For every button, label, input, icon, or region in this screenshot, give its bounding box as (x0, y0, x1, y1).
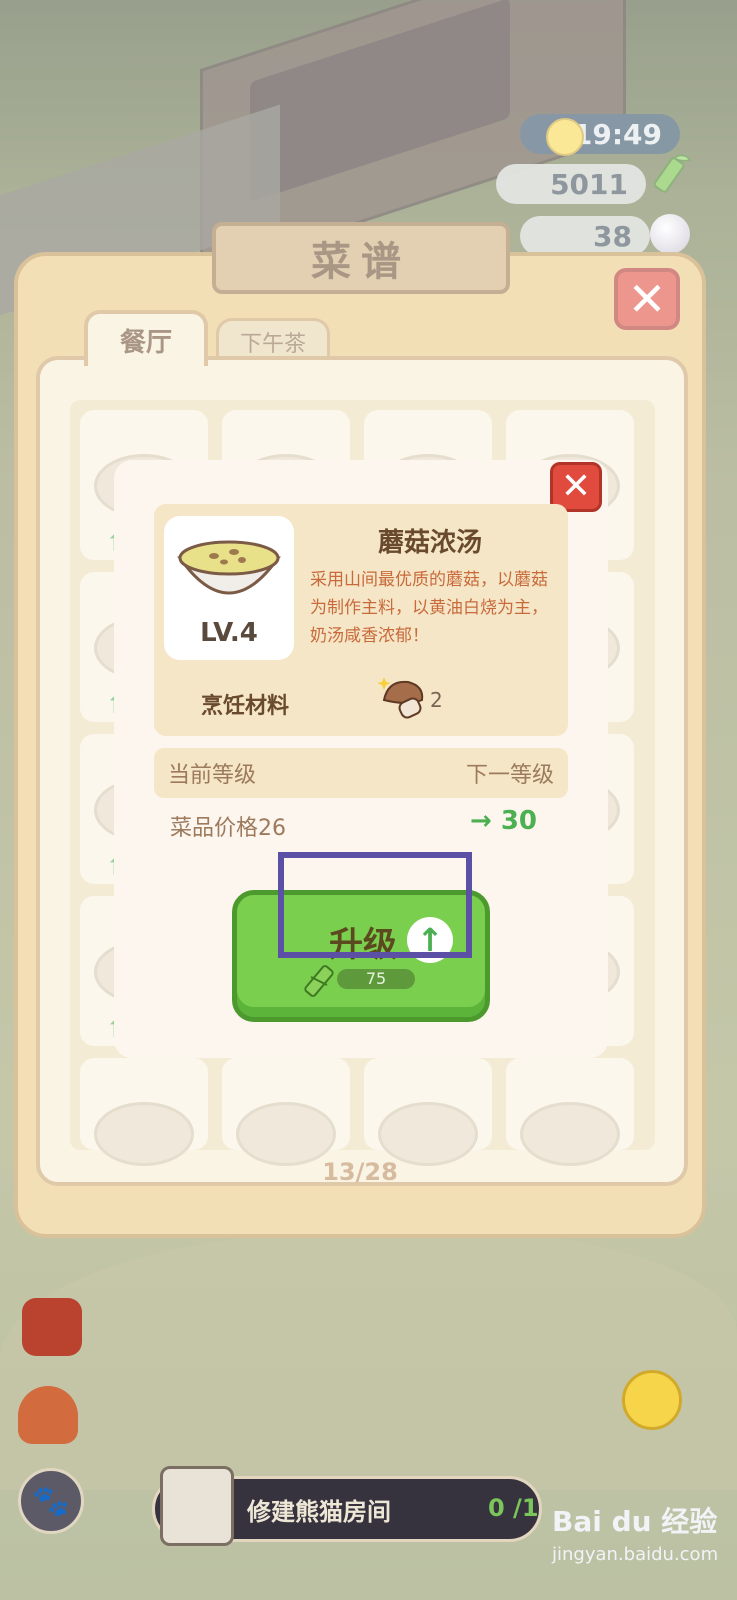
upgrade-cost: 75 (337, 969, 415, 989)
emoji-face-icon[interactable] (622, 1370, 682, 1430)
bamboo-icon (304, 965, 334, 997)
next-price: → 30 (470, 806, 537, 836)
mushroom-icon (378, 677, 424, 719)
dish-level: LV.4 (200, 618, 258, 648)
materials-label: 烹饪材料 (200, 694, 289, 719)
next-level-label: 下一等级 (465, 763, 554, 788)
current-level-label: 当前等级 (168, 763, 257, 788)
dish-price-label: 菜品价格26 (170, 816, 286, 841)
material-count: 2 (430, 688, 443, 712)
mushroom-house-icon[interactable] (18, 1386, 78, 1444)
next-price-value: 30 (500, 806, 538, 836)
highlight-box (278, 852, 472, 958)
dish-image-tile: LV.4 (164, 516, 294, 660)
baidu-watermark: Bai du 经验 (552, 1505, 718, 1538)
quest-clipboard-icon (160, 1466, 234, 1546)
soup-bowl-icon (177, 540, 281, 595)
quest-label: 修建熊猫房间 (247, 1497, 391, 1526)
baidu-watermark-url: jingyan.baidu.com (552, 1544, 719, 1565)
backpack-icon[interactable] (22, 1298, 82, 1356)
level-compare-bar: 当前等级 下一等级 (154, 748, 568, 798)
paw-icon[interactable]: 🐾 (18, 1468, 84, 1534)
dish-description: 采用山间最优质的蘑菇，以蘑菇为制作主料，以黄油白烧为主，奶汤咸香浓郁！ (310, 570, 548, 646)
arrow-right-icon: → (470, 806, 501, 836)
dish-name: 蘑菇浓汤 (377, 528, 482, 558)
close-icon: ✕ (560, 466, 592, 507)
quest-progress: 0 /1 (488, 1494, 539, 1522)
